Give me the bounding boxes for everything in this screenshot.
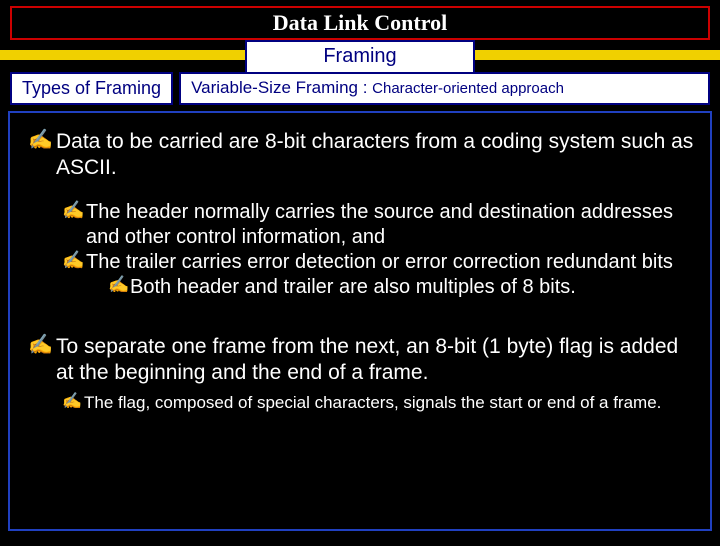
bullet-icon: ✍ — [62, 200, 86, 221]
tail-bullet: ✍ The flag, composed of special characte… — [62, 392, 696, 414]
t: trailer — [126, 251, 176, 273]
t: carries error detection or error correct… — [176, 251, 673, 273]
t: flag — [118, 393, 145, 412]
bullet-1: ✍ Data to be carried are 8-bit character… — [28, 129, 696, 182]
subheading-row: Types of Framing Variable-Size Framing :… — [10, 72, 710, 105]
slide-title: Data Link Control — [273, 10, 447, 35]
sub-bullet-1-text: The header normally carries the source a… — [86, 200, 696, 250]
tab-right-main: Variable-Size Framing : — [191, 78, 367, 97]
t: , composed of special characters, signal… — [145, 393, 661, 412]
t: The — [86, 251, 126, 273]
sub-bullet-2-text: The trailer carries error detection or e… — [86, 250, 696, 275]
bullet-icon: ✍ — [62, 392, 84, 411]
t: The — [84, 393, 118, 412]
tab-variable-size: Variable-Size Framing : Character-orient… — [179, 72, 710, 105]
tail-row: ✍ The flag, composed of special characte… — [62, 392, 696, 414]
bullet-icon: ✍ — [28, 334, 56, 356]
tail-text: The flag, composed of special characters… — [84, 392, 696, 414]
bullet-1-text: Data to be carried are 8-bit characters … — [56, 129, 696, 182]
section-heading-box: Framing — [245, 40, 475, 74]
t: header — [126, 201, 188, 223]
bullet-icon: ✍ — [62, 250, 86, 271]
bullet-2: ✍ To separate one frame from the next, a… — [28, 334, 696, 387]
bullet-2-text: To separate one frame from the next, an … — [56, 334, 696, 387]
divider-stripe: Framing — [0, 46, 720, 64]
tab-types-of-framing: Types of Framing — [10, 72, 173, 105]
sub-bullet-3-text: Both header and trailer are also multipl… — [130, 275, 696, 300]
bullet-icon: ✍ — [108, 275, 130, 295]
tab-right-sub: Character-oriented approach — [372, 80, 564, 97]
title-bar: Data Link Control — [10, 6, 710, 40]
t: The — [86, 201, 126, 223]
sub-bullet-2: ✍ The trailer carries error detection or… — [62, 250, 696, 275]
sub-bullets: ✍ The header normally carries the source… — [62, 200, 696, 300]
section-heading: Framing — [323, 45, 396, 67]
bullet-icon: ✍ — [28, 129, 56, 151]
content-panel: ✍ Data to be carried are 8-bit character… — [8, 111, 712, 531]
sub-bullet-3: ✍ Both header and trailer are also multi… — [108, 275, 696, 300]
tab-left-label: Types of Framing — [22, 78, 161, 98]
sub-bullet-1: ✍ The header normally carries the source… — [62, 200, 696, 250]
